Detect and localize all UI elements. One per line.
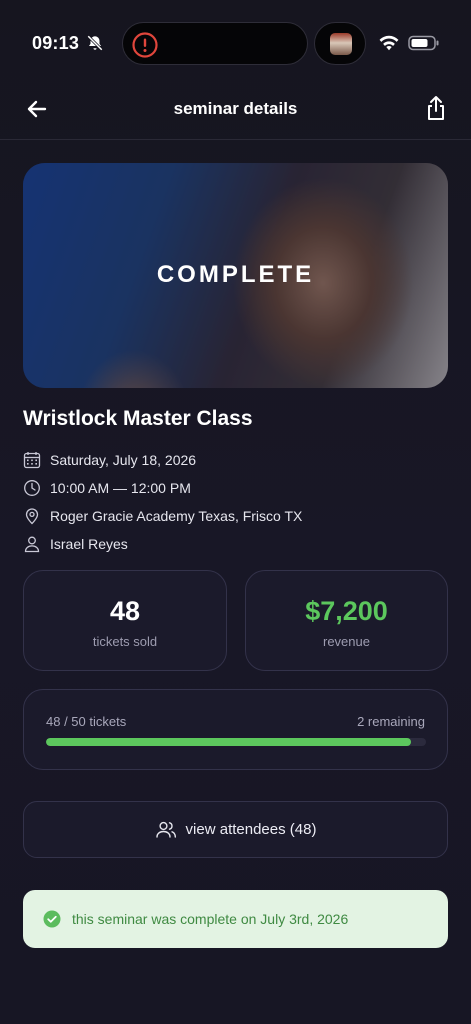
seminar-instructor-row: Israel Reyes [23,533,128,555]
seminar-instructor: Israel Reyes [50,536,128,552]
revenue-card: $7,200 revenue [245,570,448,671]
capacity-progress-fill [46,738,411,746]
view-attendees-label: view attendees (48) [185,821,317,838]
page-title: seminar details [173,99,298,118]
wifi-icon [379,35,399,51]
seminar-location: Roger Gracie Academy Texas, Frisco TX [50,508,303,524]
navigation-bar: seminar details [0,84,471,140]
seminar-title: Wristlock Master Class [23,407,253,430]
completion-banner: this seminar was complete on July 3rd, 2… [23,890,448,948]
view-attendees-content: view attendees (48) [24,802,447,857]
battery-icon [408,35,439,51]
seminar-time-row: 10:00 AM — 12:00 PM [23,477,191,499]
bell-slash-icon [87,35,103,51]
seminar-date-row: Saturday, July 18, 2026 [23,449,196,471]
capacity-progress-track [46,738,426,746]
status-bar: 09:13 [0,0,471,80]
completion-message: this seminar was complete on July 3rd, 2… [72,911,349,927]
tickets-sold-card: 48 tickets sold [23,570,227,671]
capacity-card: 48 / 50 tickets 2 remaining [23,689,448,770]
seminar-hero-image: COMPLETE [23,163,448,388]
view-attendees-button[interactable]: view attendees (48) [23,801,448,858]
tickets-sold-value: 48 [109,596,141,626]
tickets-sold-label: tickets sold [92,634,158,649]
live-activity-thumbnail[interactable] [314,22,366,65]
alert-icon [132,32,158,58]
capacity-summary: 48 / 50 tickets [46,714,127,729]
clock-icon [24,480,40,496]
revenue-label: revenue [323,634,370,649]
thumbnail-image [330,33,352,55]
seminar-details-screen: 09:13 seminar details COMPLETE Wristlock… [0,0,471,1024]
calendar-icon [23,452,41,469]
revenue-value: $7,200 [305,596,388,626]
person-icon [24,536,40,553]
share-icon[interactable] [424,95,448,121]
seminar-time: 10:00 AM — 12:00 PM [50,480,191,496]
status-time: 09:13 [32,33,80,53]
seminar-location-row: Roger Gracie Academy Texas, Frisco TX [23,505,302,527]
dynamic-island[interactable] [122,22,308,65]
check-circle-icon [43,910,61,928]
seminar-date: Saturday, July 18, 2026 [50,452,197,468]
seminar-status-label: COMPLETE [156,261,315,288]
location-pin-icon [25,508,39,525]
capacity-remaining: 2 remaining [357,714,425,729]
people-icon [155,821,176,838]
